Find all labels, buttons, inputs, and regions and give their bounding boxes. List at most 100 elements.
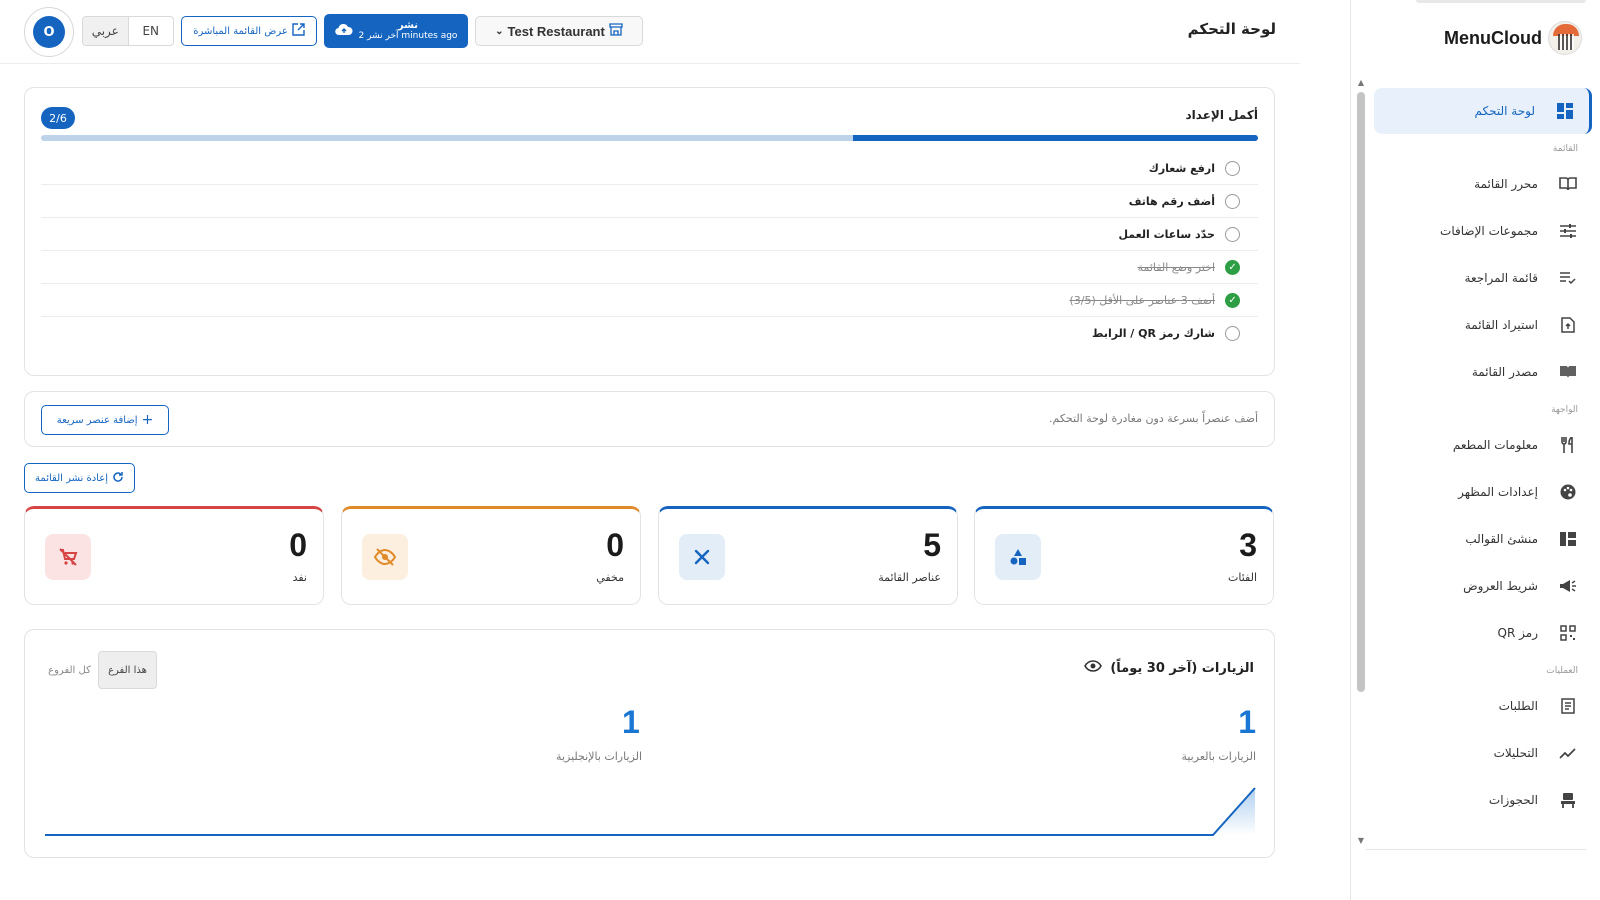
sidebar-section-frontend: الواجهة [1551,405,1578,415]
sidebar-item-reservations[interactable]: الحجوزات [1374,776,1592,823]
setup-card: أكمل الإعداد 2/6 ارفع شعارك أضف رقم هاتف ح… [24,87,1275,376]
stat-card-hidden: 0 مخفي [341,506,641,605]
check-circle-icon: ✓ [1225,259,1240,275]
sidebar-item-label: إعدادات المظهر [1458,484,1538,499]
sidebar-item-label: شريط العروض [1463,578,1538,593]
quick-add-card: أضف عنصراً بسرعة دون مغادرة لوحة التحكم.… [24,391,1275,447]
sidebar-item-label: التحليلات [1493,745,1538,760]
storefront-icon [609,23,623,39]
lang-arabic-button[interactable]: عربي [83,17,129,45]
all-branches-tab[interactable]: كل الفروع [41,651,98,689]
visits-title-text: الزيارات (آخر 30 يوماً) [1110,660,1254,676]
sidebar-item-addon-groups[interactable]: مجموعات الإضافات [1374,207,1592,254]
scroll-up-icon[interactable]: ▲ [1357,78,1365,87]
checklist-item[interactable]: حدّد ساعات العمل [41,218,1258,251]
sidebar-item-appearance[interactable]: إعدادات المظهر [1374,468,1592,515]
brand[interactable]: MenuCloud [1444,18,1582,58]
sidebar-item-label: مجموعات الإضافات [1440,223,1538,238]
eye-off-icon [362,534,408,580]
sidebar-item-import-menu[interactable]: استيراد القائمة [1374,301,1592,348]
sidebar-item-review-list[interactable]: قائمة المراجعة [1374,254,1592,301]
sidebar-nav: لوحة التحكم القائمة محرر القائمة مجموعات… [1374,88,1592,823]
check-circle-icon: ✓ [1225,292,1240,308]
quick-add-button[interactable]: + إضافة عنصر سريعة [41,405,169,435]
empty-circle-icon [1225,226,1240,242]
checklist-item-label: حدّد ساعات العمل [1118,227,1215,241]
this-branch-tab[interactable]: هذا الفرع [98,651,157,689]
scrollbar-thumb[interactable] [1357,92,1365,692]
visits-title: الزيارات (آخر 30 يوماً) [1084,660,1254,676]
checklist-item[interactable]: أضف رقم هاتف [41,185,1258,218]
sidebar-scrollbar[interactable]: ▲ ▼ [1357,78,1365,863]
external-link-icon [292,23,305,39]
stat-label: مخفي [596,571,624,584]
stat-value: 3 [1239,527,1257,563]
receipt-icon [1558,696,1578,716]
empty-circle-icon [1225,326,1240,341]
stat-label: الفئات [1228,571,1257,584]
scroll-down-icon[interactable]: ▼ [1357,836,1365,845]
checklist-icon [1558,268,1578,288]
republish-menu-button[interactable]: إعادة نشر القائمة [24,463,135,493]
sidebar-item-restaurant-info[interactable]: معلومات المطعم [1374,421,1592,468]
sidebar-item-menu-editor[interactable]: محرر القائمة [1374,160,1592,207]
brand-logo-icon [1548,21,1582,55]
sidebar-item-qr-code[interactable]: رمز QR [1374,609,1592,656]
palette-icon [1558,482,1578,502]
stat-value: 0 [289,527,307,563]
sidebar-top-line [1416,0,1586,3]
english-visits-label: الزيارات بالإنجليزية [556,750,642,763]
setup-progress-fill [852,135,1258,141]
setup-title: أكمل الإعداد [1185,108,1258,122]
setup-progress-badge: 2/6 [41,107,75,129]
checklist-item[interactable]: ✓ اختر وضع القائمة [41,251,1258,284]
checklist-item-label: أضف 3 عناصر على الأقل (3/5) [1069,293,1216,307]
dashboard-icon [1555,101,1575,121]
restaurant-selector[interactable]: ⌄ Test Restaurant [475,16,643,46]
sidebar-item-template-builder[interactable]: منشئ القوالب [1374,515,1592,562]
sidebar-item-label: الحجوزات [1488,792,1538,807]
sidebar-item-label: الطلبات [1498,698,1538,713]
checklist-item[interactable]: ✓ أضف 3 عناصر على الأقل (3/5) [41,284,1258,317]
stat-label: عناصر القائمة [878,571,941,584]
qr-code-icon [1558,623,1578,643]
view-live-menu-button[interactable]: عرض القائمة المباشرة [181,16,317,46]
sidebar-item-orders[interactable]: الطلبات [1374,682,1592,729]
checklist-item[interactable]: شارك رمز QR / الرابط [41,317,1258,350]
template-icon [1558,529,1578,549]
view-live-menu-label: عرض القائمة المباشرة [193,25,288,37]
avatar[interactable]: O [24,7,74,57]
setup-progress-bar [41,135,1258,141]
sidebar-item-label: لوحة التحكم [1474,104,1536,118]
publish-label: نشر [397,20,419,31]
restaurant-name: Test Restaurant [507,23,605,39]
plus-icon: + [141,412,154,428]
sidebar-item-label: منشئ القوالب [1465,531,1538,546]
brand-name: MenuCloud [1444,27,1542,48]
empty-circle-icon [1225,160,1240,176]
sidebar-section-operations: العمليات [1546,666,1578,676]
visits-card: الزيارات (آخر 30 يوماً) كل الفروع هذا ال… [24,629,1275,858]
sidebar-item-analytics[interactable]: التحليلات [1374,729,1592,776]
sidebar-item-menu-source[interactable]: مصدر القائمة [1374,348,1592,395]
arabic-visits-label: الزيارات بالعربية [1181,750,1256,763]
publish-button[interactable]: نشر آخر نشر 2 minutes ago [324,14,468,48]
checklist-item-label: اختر وضع القائمة [1137,260,1215,274]
checklist-item-label: أضف رقم هاتف [1128,194,1215,208]
stat-card-categories: 3 الفئات [974,506,1274,605]
book-icon [1558,174,1578,194]
checklist-item-label: ارفع شعارك [1148,161,1215,175]
eye-icon [1084,660,1103,676]
sidebar-item-dashboard[interactable]: لوحة التحكم [1374,88,1592,134]
quick-add-label: إضافة عنصر سريعة [56,414,138,426]
sidebar-item-promo-bar[interactable]: شريط العروض [1374,562,1592,609]
lang-english-button[interactable]: EN [129,17,174,45]
checklist-item[interactable]: ارفع شعارك [41,152,1258,185]
chevron-down-icon: ⌄ [495,25,504,37]
shapes-icon [995,534,1041,580]
sidebar-item-label: محرر القائمة [1474,176,1538,191]
visits-sparkline [45,787,1256,836]
refresh-icon [112,471,124,486]
stat-value: 0 [606,527,624,563]
sidebar-item-label: رمز QR [1497,625,1538,640]
